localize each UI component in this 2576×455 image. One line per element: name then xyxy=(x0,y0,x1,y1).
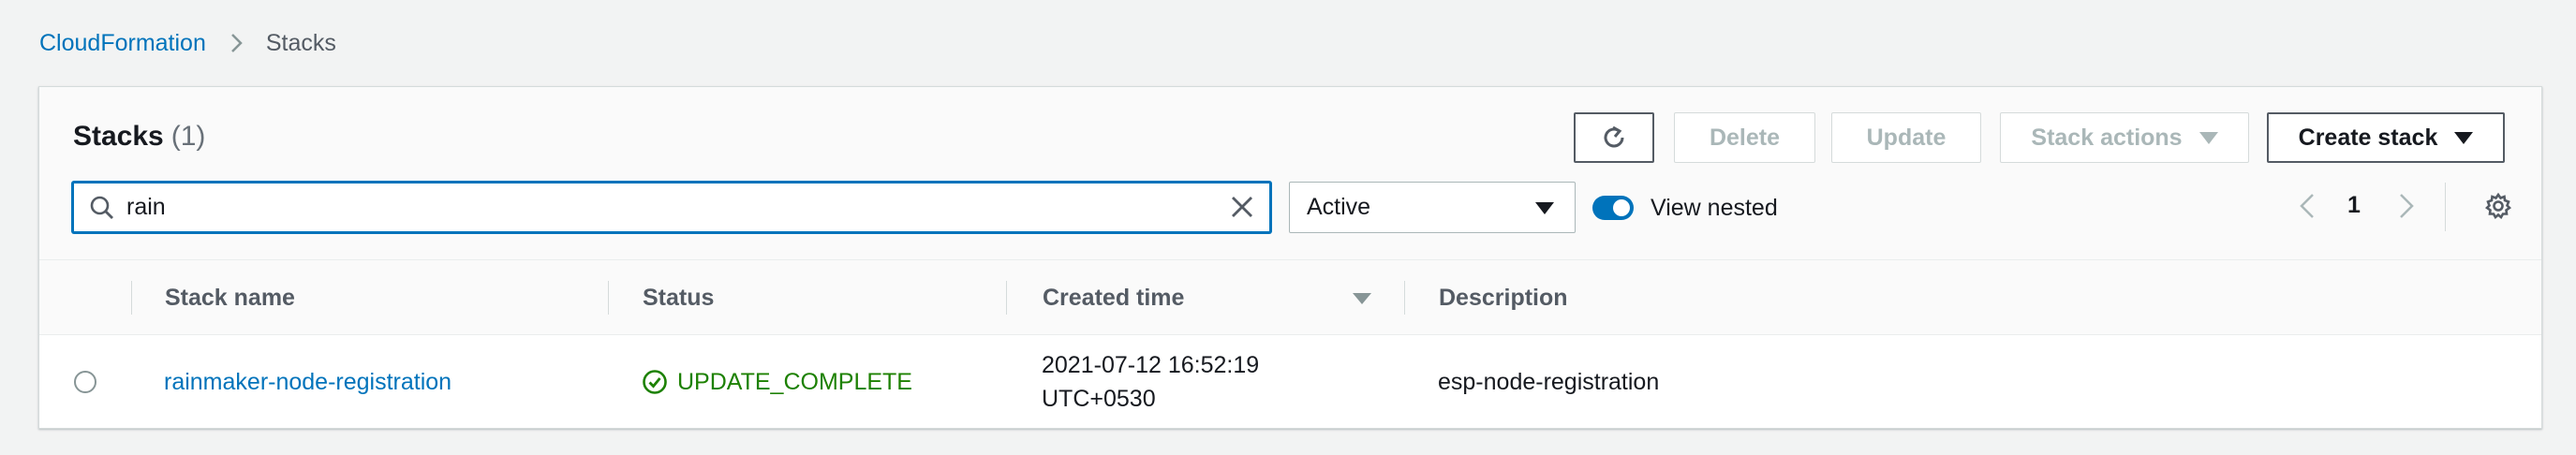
created-date: 2021-07-12 16:52:19 xyxy=(1042,352,1260,378)
column-header-created-time[interactable]: Created time xyxy=(1043,260,1184,335)
column-header-description[interactable]: Description xyxy=(1439,260,1568,335)
column-divider xyxy=(131,281,132,315)
delete-button[interactable]: Delete xyxy=(1674,112,1815,163)
chevron-left-icon[interactable] xyxy=(2299,192,2316,220)
search-input[interactable] xyxy=(126,194,1157,221)
refresh-button[interactable] xyxy=(1574,112,1654,163)
column-header-status[interactable]: Status xyxy=(643,260,714,335)
gear-icon[interactable] xyxy=(2484,192,2512,220)
divider xyxy=(2445,183,2446,231)
caret-down-icon xyxy=(1535,202,1554,214)
search-field xyxy=(72,182,1271,233)
create-stack-label: Create stack xyxy=(2298,124,2438,151)
column-header-stack-name[interactable]: Stack name xyxy=(165,260,295,335)
stacks-panel: Stacks (1) Delete Update Stack actions Cr… xyxy=(38,86,2542,429)
stack-actions-button[interactable]: Stack actions xyxy=(2000,112,2249,163)
column-divider xyxy=(608,281,609,315)
chevron-right-icon[interactable] xyxy=(2398,192,2415,220)
created-time-cell: 2021-07-12 16:52:19 UTC+0530 xyxy=(1042,336,1259,428)
stack-actions-label: Stack actions xyxy=(2031,124,2183,151)
table-header: Stack name Status Created time Descripti… xyxy=(39,260,2541,335)
search-icon xyxy=(89,195,115,221)
breadcrumb-current: Stacks xyxy=(265,29,336,56)
status-text: UPDATE_COMPLETE xyxy=(677,368,912,395)
caret-down-icon xyxy=(2454,131,2474,144)
panel-header: Stacks (1) Delete Update Stack actions Cr… xyxy=(39,87,2541,260)
breadcrumb: CloudFormation Stacks xyxy=(39,28,336,58)
sort-down-icon[interactable] xyxy=(1353,293,1371,304)
column-divider xyxy=(1006,281,1007,315)
created-timezone: UTC+0530 xyxy=(1042,386,1156,412)
create-stack-button[interactable]: Create stack xyxy=(2267,112,2505,163)
status-cell: UPDATE_COMPLETE xyxy=(642,336,912,428)
title-text: Stacks xyxy=(73,121,164,152)
breadcrumb-cloudformation-link[interactable]: CloudFormation xyxy=(39,30,206,57)
page-title: Stacks (1) xyxy=(73,121,205,153)
update-button[interactable]: Update xyxy=(1831,112,1981,163)
view-nested-label: View nested xyxy=(1651,194,1778,221)
description-text: esp-node-registration xyxy=(1438,368,1660,395)
stack-name-link[interactable]: rainmaker-node-registration xyxy=(164,369,452,396)
refresh-icon xyxy=(1600,124,1628,152)
stack-count: (1) xyxy=(170,121,206,152)
chevron-right-icon xyxy=(230,32,244,54)
current-page[interactable]: 1 xyxy=(2347,192,2361,219)
view-nested-toggle[interactable] xyxy=(1592,196,1634,220)
caret-down-icon xyxy=(2198,131,2218,144)
column-divider xyxy=(1404,281,1405,315)
row-select-radio[interactable] xyxy=(74,371,96,393)
close-icon[interactable] xyxy=(1230,195,1254,219)
check-circle-icon xyxy=(642,369,668,395)
view-nested-toggle-group: View nested xyxy=(1592,188,1778,228)
status-filter-value: Active xyxy=(1307,194,1371,220)
toggle-knob xyxy=(1613,199,1630,216)
table-row[interactable]: rainmaker-node-registration UPDATE_COMPL… xyxy=(39,336,2541,428)
status-filter-select[interactable]: Active xyxy=(1289,182,1576,233)
